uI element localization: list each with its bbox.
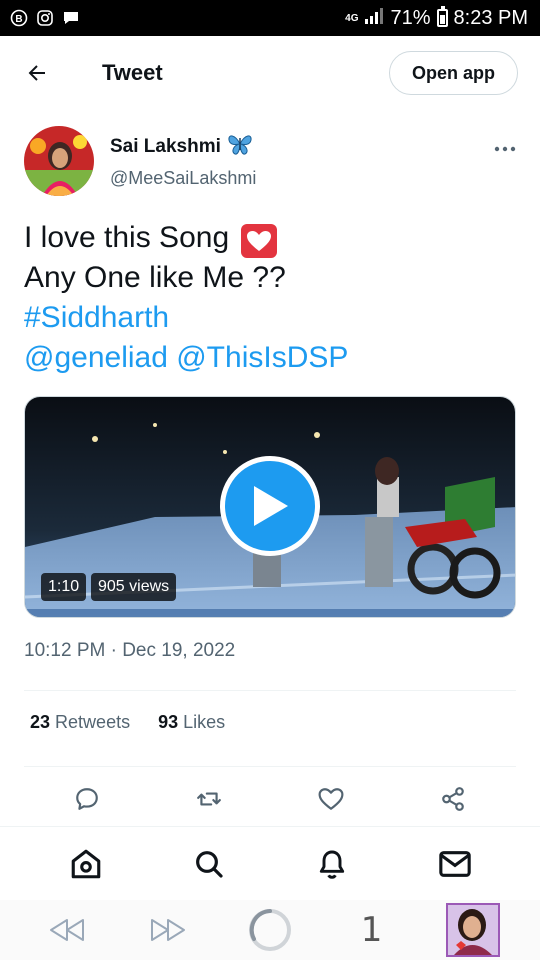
avatar[interactable] [24,126,94,196]
video-duration: 1:10 [41,573,87,601]
back-button[interactable] [22,58,52,88]
share-icon [442,787,464,811]
mail-icon [438,850,471,877]
divider [24,766,516,767]
likes-count: 93 [158,712,179,732]
heart-emoji-icon [241,224,278,258]
rewind-icon [49,919,84,941]
author-name-text: Sai Lakshmi [110,136,221,157]
network-type: 4G [345,12,359,24]
nav-home[interactable] [68,846,104,882]
video-player[interactable]: 1:10 905 views [24,396,516,618]
likes-stat[interactable]: 93 Likes [158,712,225,733]
tweet-line-1: I love this Song [24,218,514,258]
b-circle-icon: B [10,9,28,27]
butterfly-icon [227,132,253,162]
nav-notifications[interactable] [314,846,350,882]
tweet-text: I love this Song Any One like Me ?? #Sid… [24,218,514,378]
play-button[interactable] [220,456,320,556]
reply-icon [76,788,98,810]
tab-switcher-button[interactable]: 1 [344,902,400,958]
tweet-actions [24,784,516,814]
signal-icon [364,7,384,30]
tweet-stats: 23 Retweets 93 Likes [30,712,225,733]
browser-reload-button[interactable] [242,902,298,958]
battery-icon [436,6,448,27]
retweet-icon [197,792,221,806]
retweets-stat[interactable]: 23 Retweets [30,712,130,733]
battery-percent: 71% [390,6,431,29]
divider [24,690,516,691]
retweets-label: Retweets [55,712,131,732]
browser-toolbar: 1 [0,900,540,960]
share-button[interactable] [438,784,468,814]
tweet-author: Sai Lakshmi @MeeSaiLakshmi [24,126,516,198]
profile-thumbnail-button[interactable] [445,902,501,958]
retweets-count: 23 [30,712,51,732]
play-icon [254,486,288,526]
nav-messages[interactable] [437,846,473,882]
browser-back-button[interactable] [39,902,95,958]
author-names: Sai Lakshmi @MeeSaiLakshmi [110,126,256,198]
top-bar: Tweet Open app [0,36,540,110]
search-icon [195,850,223,878]
hashtag-link[interactable]: #Siddharth [24,298,514,338]
page-title: Tweet [102,60,163,85]
arrow-left-icon [28,65,45,81]
profile-thumbnail [446,903,501,957]
tweet-line-2: Any One like Me ?? [24,261,286,294]
status-right: 4G 71% 8:23 PM [345,6,528,30]
bell-icon [319,850,344,879]
heart-icon [318,788,344,810]
mentions-link[interactable]: @geneliad @ThisIsDSP [24,338,514,378]
loading-spinner-icon [248,909,291,951]
open-app-button[interactable]: Open app [388,51,518,95]
instagram-icon [36,9,54,27]
clock: 8:23 PM [453,6,528,29]
tweet-timestamp[interactable]: 10:12 PM · Dec 19, 2022 [24,640,235,662]
bottom-navigation [0,826,540,900]
browser-forward-button[interactable] [140,902,196,958]
home-icon [71,849,100,878]
likes-label: Likes [183,712,226,732]
like-button[interactable] [316,784,346,814]
nav-search[interactable] [191,846,227,882]
more-options-icon[interactable] [494,126,516,198]
fast-forward-icon [151,919,186,941]
retweet-button[interactable] [194,784,224,814]
status-bar: B 4G 71% 8:23 PM [0,0,540,36]
svg-text:B: B [15,14,22,25]
notification-icons: B [10,9,80,27]
video-views: 905 views [91,573,177,601]
author-handle: @MeeSaiLakshmi [110,168,257,188]
author-display-name[interactable]: Sai Lakshmi [110,132,256,162]
message-icon [62,9,80,27]
tweet-line-1-text: I love this Song [24,221,230,254]
reply-button[interactable] [72,784,102,814]
tab-count: 1 [360,910,383,950]
